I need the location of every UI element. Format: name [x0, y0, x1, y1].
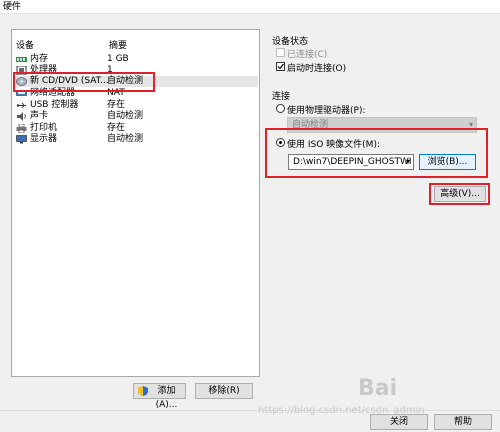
device-row-memory[interactable]: 内存 1 GB	[14, 54, 258, 65]
window-title: 硬件	[0, 0, 500, 14]
device-summary: 自动检测	[107, 134, 144, 144]
footer-divider	[0, 410, 500, 411]
device-row-display[interactable]: 显示器 自动检测	[14, 134, 258, 145]
shield-icon	[138, 386, 148, 396]
device-row-printer[interactable]: 打印机 存在	[14, 123, 258, 134]
device-summary: 1 GB	[107, 54, 129, 64]
add-button-label: 添加(A)...	[155, 386, 178, 410]
connect-at-power-on-label: 启动时连接(O)	[287, 64, 347, 74]
sound-icon	[17, 112, 26, 121]
physical-drive-label: 使用物理驱动器(P):	[287, 106, 366, 116]
device-name: USB 控制器	[30, 100, 79, 110]
blog-watermark: https://blog.csdn.net/csdn_admin	[258, 405, 425, 416]
device-list-header: 设备 摘要	[16, 38, 256, 51]
display-icon	[16, 135, 27, 144]
device-row-sound[interactable]: 声卡 自动检测	[14, 111, 258, 122]
device-summary: 存在	[107, 100, 126, 110]
help-button[interactable]: 帮助	[434, 414, 492, 430]
connected-checkbox[interactable]	[276, 48, 285, 57]
device-name: 内存	[30, 54, 49, 64]
device-summary: 自动检测	[107, 111, 144, 121]
baidu-watermark: Bai	[358, 376, 398, 401]
summary-column-header: 摘要	[109, 41, 128, 51]
highlight-cd-dvd-row	[13, 72, 155, 92]
device-row-usb[interactable]: USB 控制器 存在	[14, 100, 258, 111]
usb-icon	[16, 102, 26, 109]
memory-icon	[16, 57, 27, 62]
close-button[interactable]: 关闭	[370, 414, 428, 430]
remove-device-button[interactable]: 移除(R)	[195, 383, 253, 399]
connect-at-power-on-checkbox[interactable]	[276, 62, 285, 71]
device-column-header: 设备	[16, 41, 35, 51]
connection-group-title: 连接	[272, 92, 291, 102]
highlight-iso-option	[265, 128, 488, 178]
highlight-advanced-button	[429, 183, 490, 205]
device-status-group-title: 设备状态	[272, 37, 309, 47]
device-summary: 存在	[107, 123, 126, 133]
device-name: 打印机	[30, 123, 58, 133]
physical-drive-radio[interactable]	[276, 104, 285, 113]
printer-icon	[16, 124, 27, 133]
device-name: 显示器	[30, 134, 58, 144]
device-name: 声卡	[30, 111, 49, 121]
add-device-button[interactable]: 添加(A)...	[133, 383, 186, 410]
connected-label: 已连接(C)	[287, 50, 328, 60]
checkmark-icon	[277, 63, 284, 70]
